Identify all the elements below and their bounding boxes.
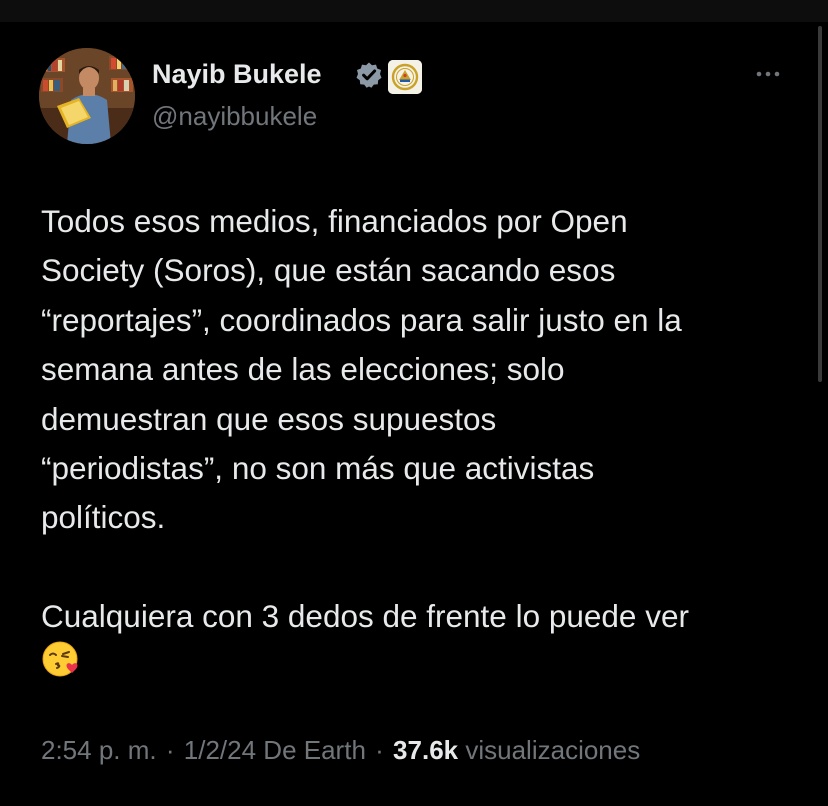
el-salvador-coat-of-arms-icon[interactable] bbox=[388, 60, 422, 94]
tweet-paragraph: Todos esos medios, financiados por Open … bbox=[41, 203, 682, 536]
tweet-time[interactable]: 2:54 p. m. bbox=[41, 735, 157, 765]
tweet-card: Nayib Bukele @nayibbukele Todos esos med… bbox=[0, 22, 828, 806]
tweet-paragraph: Cualquiera con 3 dedos de frente lo pued… bbox=[41, 597, 689, 634]
verified-badge-icon bbox=[355, 61, 383, 89]
face-blowing-a-kiss-emoji bbox=[41, 639, 82, 679]
author-avatar[interactable] bbox=[39, 48, 135, 144]
author-handle[interactable]: @nayibbukele bbox=[152, 101, 317, 132]
separator: · bbox=[165, 735, 175, 765]
views-label: visualizaciones bbox=[465, 735, 641, 765]
more-options-icon[interactable] bbox=[750, 62, 790, 86]
top-bar bbox=[0, 0, 828, 22]
views-count[interactable]: 37.6k bbox=[393, 735, 458, 765]
tweet-date[interactable]: 1/2/24 bbox=[184, 735, 256, 765]
separator: · bbox=[375, 735, 384, 765]
tweet-metadata: 2:54 p. m. · 1/2/24 De Earth · 37.6k vis… bbox=[41, 735, 640, 766]
author-name[interactable]: Nayib Bukele bbox=[152, 59, 322, 90]
tweet-source: De Earth bbox=[263, 735, 366, 765]
tweet-text: Todos esos medios, financiados por Open … bbox=[41, 197, 811, 641]
